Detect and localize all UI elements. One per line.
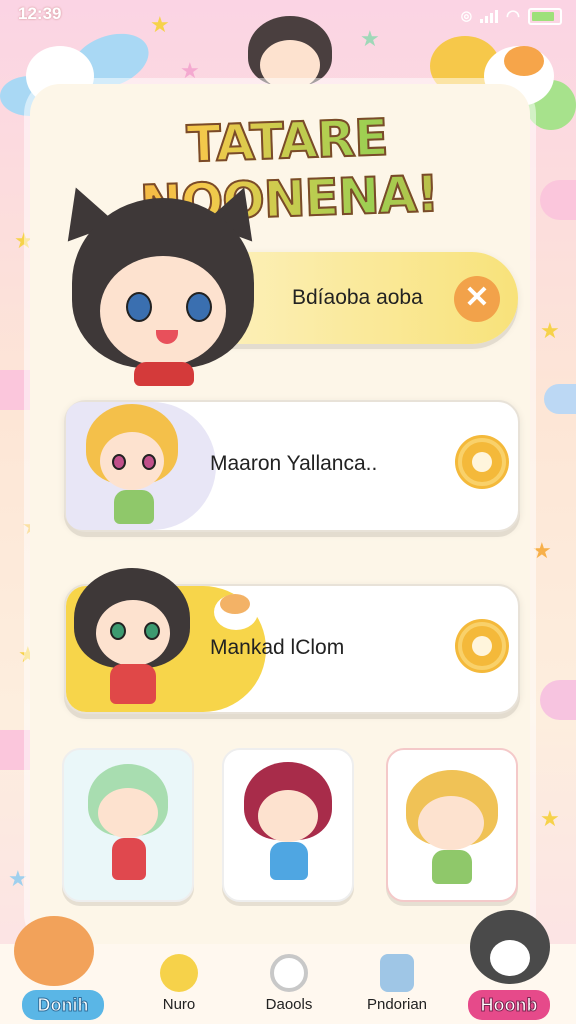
star-decoration: ★ [8,866,28,891]
nav-item-pndorian[interactable]: Pndorian [342,944,452,1024]
location-icon: ◎ [460,8,473,23]
corgi-icon [14,916,94,986]
cloud-decoration [540,680,576,720]
magnifier-icon [270,954,308,992]
chick-icon [160,954,198,992]
cloud-decoration [540,180,576,220]
status-time: 12:39 [18,4,62,23]
blonde-girl-avatar [70,404,190,524]
star-decoration: ★ [540,318,560,343]
nav-label-hoonb: Hoonb [468,990,550,1020]
star-decoration: ★ [540,806,560,831]
wifi-icon: ◠ [506,8,520,25]
cloud-decoration [544,384,576,414]
nav-item-daools[interactable]: Daools [234,944,344,1024]
cat-girl-avatar-large [51,178,269,386]
husky-face [490,940,530,976]
cellular-signal-icon [480,9,499,23]
cat-girl-avatar-small [66,560,196,710]
app-screen: 12:39 ◎ ◠ ★ ★ ★ ★ ★ ★ ★ ★ ★ ★ ‿ TATARE N… [0,0,576,1024]
kitten-icon [214,590,258,630]
character-tile-1[interactable] [62,748,194,902]
star-decoration: ★ [532,538,552,563]
character-tile-2[interactable] [222,748,354,902]
cat-girl-top-decoration [246,14,334,94]
star-decoration: ★ [150,12,170,37]
star-decoration: ★ [360,26,380,51]
status-icons: ◎ ◠ [461,6,562,26]
nav-item-nuro[interactable]: Nuro [124,944,234,1024]
sun-badge-icon[interactable] [458,622,506,670]
character-card-1-label: Bdíaoba aoba [292,286,423,309]
nav-label-donih: Donih [22,990,104,1020]
star-decoration: ★ [180,58,200,83]
nav-label-nuro: Nuro [162,996,196,1013]
character-tile-3[interactable] [386,748,518,902]
character-card-2-label: Maaron Yallanca.. [210,452,378,475]
close-icon[interactable]: ✕ [454,276,500,322]
sun-badge-icon[interactable] [458,438,506,486]
nav-label-pndorian: Pndorian [366,996,428,1013]
character-card-3-label: Mankad lClom [210,636,345,659]
battery-icon [528,7,562,25]
console-icon [380,954,414,992]
nav-label-daools: Daools [265,996,313,1013]
